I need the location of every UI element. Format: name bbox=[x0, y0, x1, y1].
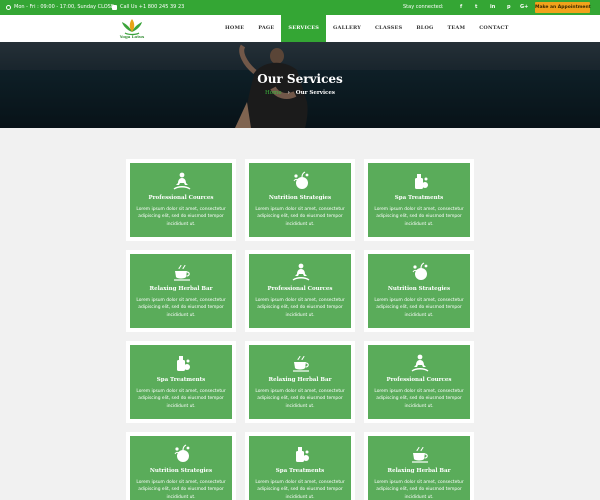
service-description: Lorem ipsum dolor sit amet, consectetur … bbox=[374, 298, 464, 318]
meditation-icon bbox=[292, 263, 310, 281]
service-description: Lorem ipsum dolor sit amet, consectetur … bbox=[255, 207, 345, 227]
service-description: Lorem ipsum dolor sit amet, consectetur … bbox=[374, 480, 464, 500]
breadcrumb-current: Our Services bbox=[295, 90, 335, 96]
service-card-inner: Spa Treatments Lorem ipsum dolor sit amet… bbox=[367, 162, 471, 238]
service-card-inner: Professional Cources Lorem ipsum dolor si… bbox=[367, 344, 471, 420]
service-card[interactable]: Spa Treatments Lorem ipsum dolor sit amet… bbox=[126, 341, 236, 423]
main-nav: HOME PAGE SERVICES GALLERY CLASSES BLOG … bbox=[218, 15, 516, 42]
phone-text: Call Us +1 800 245 39 23 bbox=[120, 4, 185, 10]
service-card-inner: Nutrition Strategies Lorem ipsum dolor si… bbox=[248, 162, 352, 238]
apple-icon bbox=[412, 262, 428, 280]
service-card[interactable]: Spa Treatments Lorem ipsum dolor sit amet… bbox=[245, 432, 355, 500]
service-card[interactable]: Relaxing Herbal Bar Lorem ipsum dolor sit… bbox=[364, 432, 474, 500]
phone-info: Call Us +1 800 245 39 23 bbox=[112, 0, 184, 15]
service-description: Lorem ipsum dolor sit amet, consectetur … bbox=[136, 207, 226, 227]
service-title[interactable]: Nutrition Strategies bbox=[249, 195, 351, 201]
service-card[interactable]: Relaxing Herbal Bar Lorem ipsum dolor sit… bbox=[245, 341, 355, 423]
tea-cup-icon bbox=[412, 446, 428, 463]
service-title[interactable]: Spa Treatments bbox=[368, 195, 470, 201]
google-plus-icon[interactable]: G+ bbox=[520, 0, 528, 15]
apple-icon bbox=[293, 171, 309, 189]
service-card[interactable]: Professional Cources Lorem ipsum dolor si… bbox=[364, 341, 474, 423]
service-title[interactable]: Nutrition Strategies bbox=[368, 286, 470, 292]
tea-cup-icon bbox=[174, 264, 190, 281]
service-card-inner: Relaxing Herbal Bar Lorem ipsum dolor sit… bbox=[129, 253, 233, 329]
nav-services[interactable]: SERVICES bbox=[281, 15, 327, 42]
service-description: Lorem ipsum dolor sit amet, consectetur … bbox=[136, 480, 226, 500]
service-description: Lorem ipsum dolor sit amet, consectetur … bbox=[136, 298, 226, 318]
stay-connected-label: Stay connected: bbox=[403, 0, 444, 15]
nav-team[interactable]: TEAM bbox=[440, 15, 472, 42]
clock-icon bbox=[6, 5, 11, 10]
service-card-inner: Relaxing Herbal Bar Lorem ipsum dolor sit… bbox=[248, 344, 352, 420]
service-card-inner: Nutrition Strategies Lorem ipsum dolor si… bbox=[129, 435, 233, 500]
nav-home[interactable]: HOME bbox=[218, 15, 251, 42]
service-description: Lorem ipsum dolor sit amet, consectetur … bbox=[374, 389, 464, 409]
twitter-icon[interactable]: t bbox=[475, 0, 477, 15]
service-description: Lorem ipsum dolor sit amet, consectetur … bbox=[255, 298, 345, 318]
service-card[interactable]: Relaxing Herbal Bar Lorem ipsum dolor sit… bbox=[126, 250, 236, 332]
nav-blog[interactable]: BLOG bbox=[409, 15, 440, 42]
service-title[interactable]: Nutrition Strategies bbox=[130, 468, 232, 474]
service-card-inner: Relaxing Herbal Bar Lorem ipsum dolor sit… bbox=[367, 435, 471, 500]
spa-bottle-icon bbox=[177, 356, 190, 371]
service-description: Lorem ipsum dolor sit amet, consectetur … bbox=[374, 207, 464, 227]
stay-connected-text: Stay connected: bbox=[403, 4, 444, 10]
service-description: Lorem ipsum dolor sit amet, consectetur … bbox=[136, 389, 226, 409]
service-card-inner: Spa Treatments Lorem ipsum dolor sit amet… bbox=[129, 344, 233, 420]
facebook-icon[interactable]: f bbox=[460, 0, 462, 15]
service-title[interactable]: Professional Cources bbox=[130, 195, 232, 201]
service-description: Lorem ipsum dolor sit amet, consectetur … bbox=[255, 389, 345, 409]
logo-text: Yoga Lotus bbox=[119, 34, 145, 39]
nav-classes[interactable]: CLASSES bbox=[368, 15, 409, 42]
hours-info: Mon - Fri : 09:00 - 17:00, Sunday CLOSE bbox=[6, 0, 114, 15]
service-title[interactable]: Spa Treatments bbox=[130, 377, 232, 383]
service-card[interactable]: Professional Cources Lorem ipsum dolor si… bbox=[126, 159, 236, 241]
service-card[interactable]: Professional Cources Lorem ipsum dolor si… bbox=[245, 250, 355, 332]
phone-icon bbox=[112, 5, 117, 10]
top-bar: Mon - Fri : 09:00 - 17:00, Sunday CLOSE … bbox=[0, 0, 600, 15]
service-card-inner: Spa Treatments Lorem ipsum dolor sit amet… bbox=[248, 435, 352, 500]
nav-contact[interactable]: CONTACT bbox=[472, 15, 515, 42]
service-title[interactable]: Spa Treatments bbox=[249, 468, 351, 474]
nav-page[interactable]: PAGE bbox=[251, 15, 281, 42]
service-card[interactable]: Nutrition Strategies Lorem ipsum dolor si… bbox=[245, 159, 355, 241]
tea-cup-icon bbox=[293, 355, 309, 372]
service-title[interactable]: Relaxing Herbal Bar bbox=[368, 468, 470, 474]
apple-icon bbox=[174, 444, 190, 462]
meditation-icon bbox=[411, 354, 429, 372]
linkedin-icon[interactable]: in bbox=[490, 0, 495, 15]
spa-bottle-icon bbox=[296, 447, 309, 462]
nav-gallery[interactable]: GALLERY bbox=[326, 15, 368, 42]
service-card-inner: Professional Cources Lorem ipsum dolor si… bbox=[129, 162, 233, 238]
meditation-icon bbox=[173, 172, 191, 190]
service-title[interactable]: Relaxing Herbal Bar bbox=[130, 286, 232, 292]
service-title[interactable]: Professional Cources bbox=[368, 377, 470, 383]
service-title[interactable]: Professional Cources bbox=[249, 286, 351, 292]
page-title: Our Services bbox=[257, 72, 343, 86]
breadcrumb: Home › Our Services bbox=[0, 90, 600, 96]
pinterest-icon[interactable]: p bbox=[507, 0, 511, 15]
service-card-inner: Nutrition Strategies Lorem ipsum dolor si… bbox=[367, 253, 471, 329]
service-card[interactable]: Spa Treatments Lorem ipsum dolor sit amet… bbox=[364, 159, 474, 241]
spa-bottle-icon bbox=[415, 174, 428, 189]
service-card[interactable]: Nutrition Strategies Lorem ipsum dolor si… bbox=[364, 250, 474, 332]
service-card-inner: Professional Cources Lorem ipsum dolor si… bbox=[248, 253, 352, 329]
service-card[interactable]: Nutrition Strategies Lorem ipsum dolor si… bbox=[126, 432, 236, 500]
service-description: Lorem ipsum dolor sit amet, consectetur … bbox=[255, 480, 345, 500]
hours-text: Mon - Fri : 09:00 - 17:00, Sunday CLOSE bbox=[14, 4, 114, 10]
breadcrumb-separator: › bbox=[287, 90, 290, 96]
make-appointment-button[interactable]: Make an Appointment bbox=[535, 2, 591, 13]
breadcrumb-home-link[interactable]: Home bbox=[265, 90, 282, 96]
service-title[interactable]: Relaxing Herbal Bar bbox=[249, 377, 351, 383]
